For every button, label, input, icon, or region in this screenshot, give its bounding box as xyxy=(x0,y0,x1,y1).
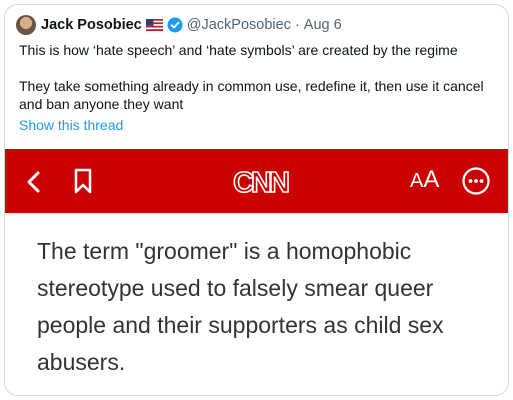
back-chevron-icon[interactable] xyxy=(24,171,44,193)
us-flag-icon xyxy=(145,19,163,31)
text-size-button[interactable]: AA xyxy=(410,166,439,196)
separator-dot: · xyxy=(294,17,300,33)
verified-badge-icon xyxy=(167,17,183,33)
tweet-date[interactable]: Aug 6 xyxy=(304,17,342,33)
show-thread-link[interactable]: Show this thread xyxy=(19,117,123,133)
tweet-paragraph: This is how ‘hate speech’ and ‘hate symb… xyxy=(19,42,458,58)
tweet-text: This is how ‘hate speech’ and ‘hate symb… xyxy=(19,41,499,113)
text-size-small-a: A xyxy=(410,170,424,192)
cnn-logo: CNN xyxy=(232,166,291,197)
tweet-header: Jack Posobiec @JackPosobiec · Aug 6 xyxy=(16,15,342,35)
avatar[interactable] xyxy=(16,15,36,35)
more-icon[interactable] xyxy=(461,166,491,196)
cnn-top-bar: CNN AA xyxy=(5,149,508,213)
bookmark-icon[interactable] xyxy=(74,168,92,194)
tweet-paragraph: They take something already in common us… xyxy=(19,78,484,112)
text-size-large-a: A xyxy=(423,166,440,193)
tweet-media-screenshot[interactable]: CNN AA The term "groomer" is a homophobi… xyxy=(5,149,508,395)
author-handle[interactable]: @JackPosobiec xyxy=(187,17,291,33)
svg-text:CNN: CNN xyxy=(233,167,288,197)
author-name[interactable]: Jack Posobiec xyxy=(41,17,142,33)
article-text: The term "groomer" is a homophobic stere… xyxy=(37,238,444,375)
tweet-card[interactable]: Jack Posobiec @JackPosobiec · Aug 6 This… xyxy=(4,4,509,396)
